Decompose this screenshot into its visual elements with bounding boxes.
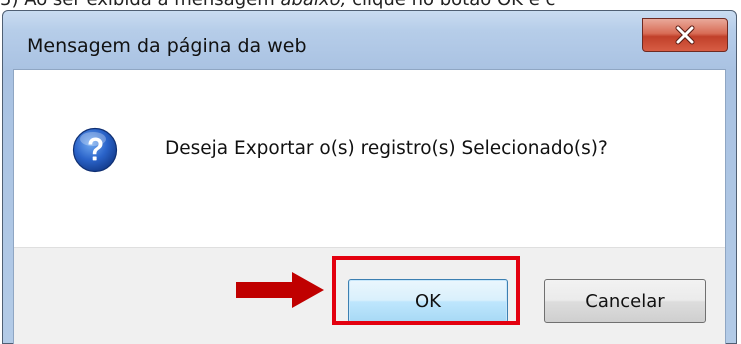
dialog-message: Deseja Exportar o(s) registro(s) Selecio… — [165, 138, 608, 159]
arrow-icon — [236, 272, 324, 308]
dialog-title: Mensagem da página da web — [27, 35, 307, 57]
instruction-suffix: clique no botão OK e c — [352, 0, 555, 10]
cancel-button-label: Cancelar — [585, 290, 665, 312]
ok-highlight-box — [332, 256, 520, 325]
screenshot: 5) Ao ser exibida a mensagem abaixo, cli… — [0, 0, 741, 344]
close-button[interactable] — [642, 18, 728, 52]
instruction-text: 5) Ao ser exibida a mensagem abaixo, cli… — [0, 0, 741, 10]
instruction-prefix: 5) Ao ser exibida a mensagem — [0, 0, 280, 10]
dialog-titlebar[interactable]: Mensagem da página da web — [3, 11, 736, 69]
question-icon — [72, 127, 118, 173]
cancel-button[interactable]: Cancelar — [544, 279, 706, 323]
instruction-italic: abaixo, — [280, 0, 352, 10]
close-icon — [675, 25, 695, 45]
message-area: Deseja Exportar o(s) registro(s) Selecio… — [14, 70, 725, 247]
